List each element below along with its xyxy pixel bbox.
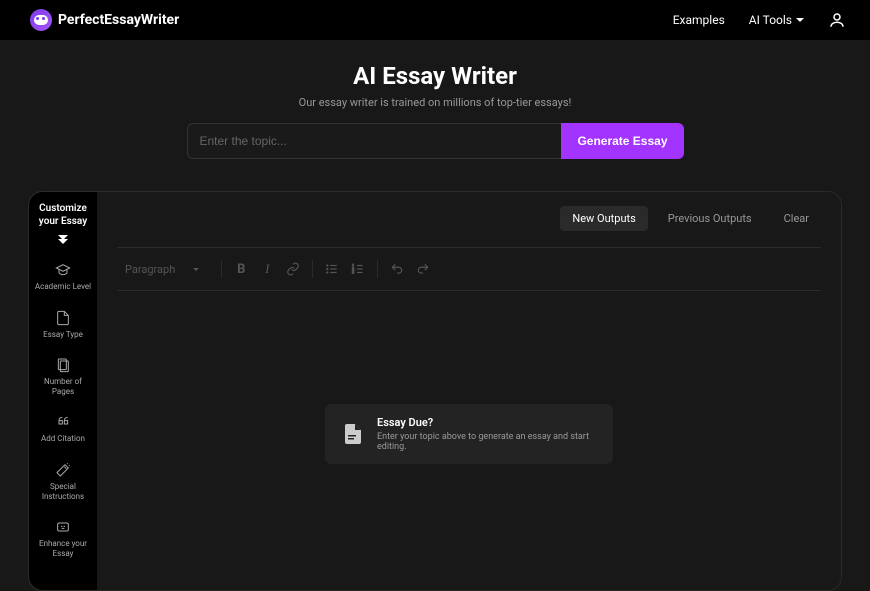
tab-previous-outputs[interactable]: Previous Outputs [656,206,764,231]
divider [117,247,821,248]
tab-new-outputs[interactable]: New Outputs [560,206,647,231]
italic-button[interactable]: I [256,258,278,280]
toolbar-separator [312,260,313,278]
empty-subtitle: Enter your topic above to generate an es… [377,432,597,452]
sidebar-item-label: Enhance your Essay [33,539,93,558]
top-bar: PerfectEssayWriter Examples AI Tools [0,0,870,40]
paragraph-style-select[interactable]: Paragraph [117,259,207,280]
redo-icon [416,262,430,276]
chevrons-down-icon [58,236,68,244]
numbered-list-icon: 123 [351,262,365,276]
bold-button[interactable]: B [230,258,252,280]
chevron-down-icon [193,268,199,271]
hero: AI Essay Writer Our essay writer is trai… [0,40,870,177]
chevron-down-icon [796,18,804,22]
document-icon [341,422,365,446]
editor-panel: New Outputs Previous Outputs Clear Parag… [97,192,841,590]
sidebar-item-label: Essay Type [43,330,83,340]
quote-icon [55,414,71,430]
sidebar-item-number-pages[interactable]: Number of Pages [33,351,93,402]
brand-name: PerfectEssayWriter [58,12,179,28]
topic-input[interactable] [187,123,562,159]
generate-essay-button[interactable]: Generate Essay [561,123,683,159]
undo-button[interactable] [386,258,408,280]
empty-state-card: Essay Due? Enter your topic above to gen… [325,404,613,464]
robot-icon [30,9,52,31]
sidebar-item-add-citation[interactable]: Add Citation [41,408,85,450]
sidebar-item-label: Academic Level [35,282,91,292]
empty-title: Essay Due? [377,416,597,429]
page-subtitle: Our essay writer is trained on millions … [0,96,870,109]
link-button[interactable] [282,258,304,280]
sparkle-icon [55,519,71,535]
clear-button[interactable]: Clear [772,206,821,231]
undo-icon [390,262,404,276]
brand-logo[interactable]: PerfectEssayWriter [30,9,179,31]
link-icon [286,262,300,276]
pages-icon [55,357,71,373]
workspace: Customize your Essay Academic Level Essa… [28,191,842,591]
toolbar-separator [377,260,378,278]
user-icon[interactable] [828,11,846,29]
sidebar-item-academic-level[interactable]: Academic Level [35,256,91,298]
sidebar-title: Customize your Essay [39,202,87,228]
nav-examples[interactable]: Examples [673,13,725,27]
sidebar-item-essay-type[interactable]: Essay Type [43,304,83,346]
numbered-list-button[interactable]: 123 [347,258,369,280]
sidebar-item-enhance-essay[interactable]: Enhance your Essay [33,513,93,564]
nav-ai-tools-label: AI Tools [749,13,792,27]
sidebar-item-special-instructions[interactable]: Special Instructions [33,456,93,507]
bullet-list-button[interactable] [321,258,343,280]
topic-input-row: Generate Essay [187,123,684,159]
redo-button[interactable] [412,258,434,280]
nav-right: Examples AI Tools [673,11,846,29]
svg-text:3: 3 [352,271,354,275]
editor-toolbar: Paragraph B I 123 [117,254,821,291]
sidebar-item-label: Special Instructions [33,482,93,501]
bullet-list-icon [325,262,339,276]
page-title: AI Essay Writer [0,62,870,90]
paragraph-label: Paragraph [125,263,175,276]
file-icon [55,310,71,326]
customize-sidebar: Customize your Essay Academic Level Essa… [29,192,97,590]
toolbar-separator [221,260,222,278]
wand-icon [55,462,71,478]
sidebar-item-label: Number of Pages [33,377,93,396]
graduation-cap-icon [55,262,71,278]
nav-ai-tools[interactable]: AI Tools [749,13,804,27]
editor-body[interactable]: Essay Due? Enter your topic above to gen… [117,291,821,576]
output-tabs: New Outputs Previous Outputs Clear [117,206,821,231]
sidebar-item-label: Add Citation [41,434,85,444]
